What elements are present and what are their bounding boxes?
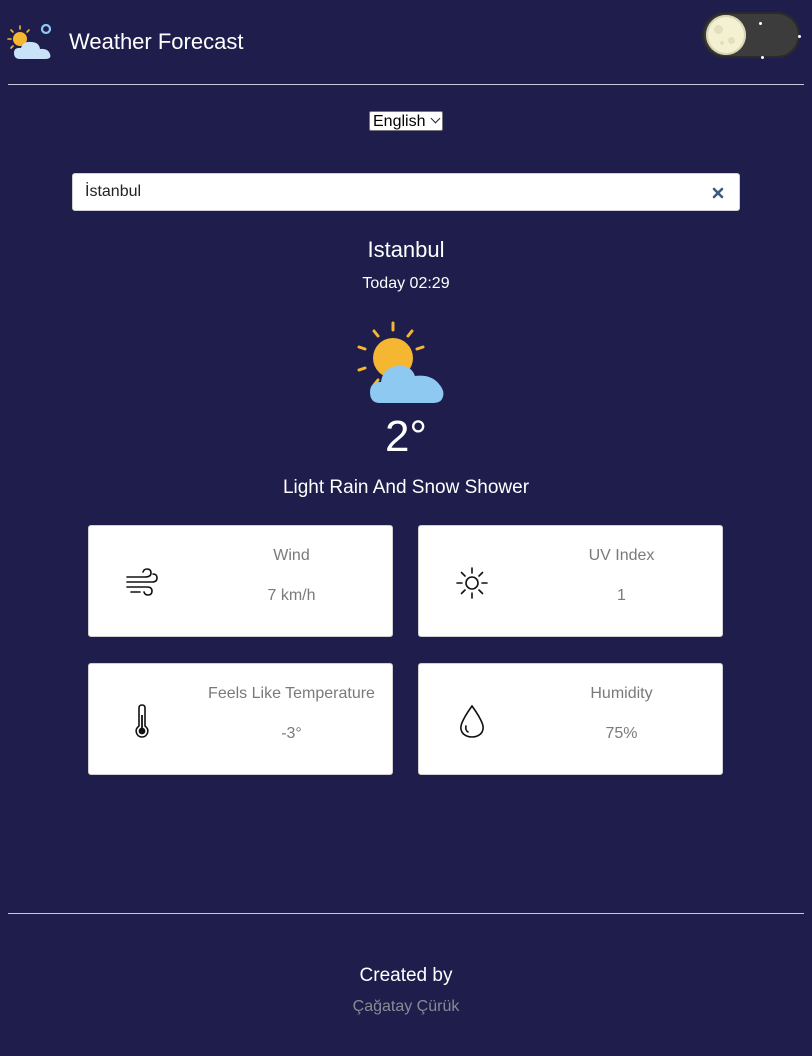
star-icon: [798, 35, 801, 38]
language-select[interactable]: English: [369, 111, 443, 131]
star-icon: [761, 56, 764, 59]
header-divider: [8, 84, 804, 85]
theme-toggle[interactable]: [702, 12, 801, 59]
app-logo-icon: [7, 23, 52, 59]
droplet-icon: [460, 704, 484, 738]
star-icon: [759, 22, 762, 25]
thermometer-icon: [135, 704, 149, 738]
moon-icon: [706, 15, 746, 55]
date-time: Today 02:29: [362, 275, 450, 292]
humidity-card: Humidity 75%: [418, 663, 723, 775]
chevron-down-icon: [430, 113, 441, 124]
wind-card: Wind 7 km/h: [88, 525, 393, 637]
humidity-label: Humidity: [590, 685, 653, 702]
temperature: 2°: [384, 412, 428, 461]
wind-value: 7 km/h: [267, 587, 316, 604]
clear-search-icon[interactable]: [711, 186, 725, 200]
feels-like-card: Feels Like Temperature -3°: [88, 663, 393, 775]
feels-like-label: Feels Like Temperature: [208, 685, 375, 702]
humidity-value: 75%: [605, 725, 638, 742]
uv-index-card: UV Index 1: [418, 525, 723, 637]
feels-like-value: -3°: [281, 725, 302, 742]
uv-index-label: UV Index: [588, 547, 655, 564]
city-name: Istanbul: [367, 237, 445, 262]
wind-label: Wind: [273, 547, 310, 564]
wind-icon: [126, 568, 158, 596]
uv-index-value: 1: [617, 587, 626, 604]
search-input-value[interactable]: İstanbul: [85, 182, 141, 202]
partly-cloudy-icon: [357, 321, 444, 403]
city-search-input[interactable]: İstanbul: [72, 173, 740, 211]
language-selected-label: English: [373, 113, 426, 130]
header: Weather Forecast: [0, 0, 812, 85]
weather-condition: Light Rain And Snow Shower: [282, 477, 530, 498]
sun-icon: [456, 567, 488, 599]
footer-created-by: Created by: [359, 965, 453, 986]
footer-divider: [8, 913, 804, 914]
app-title: Weather Forecast: [69, 29, 244, 54]
footer-author-link[interactable]: Çağatay Çürük: [0, 997, 812, 1017]
